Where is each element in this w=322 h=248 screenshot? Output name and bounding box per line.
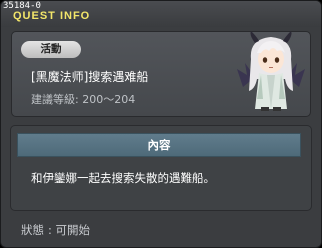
- window-title: QUEST INFO: [13, 10, 91, 22]
- quest-status: 狀態: 可開始: [21, 223, 91, 237]
- title-bar[interactable]: 35184-0 QUEST INFO: [1, 1, 321, 27]
- quest-description: 和伊鑾娜一起去搜索失散的遇難船。: [31, 171, 215, 185]
- quest-type-badge: 活動: [21, 41, 81, 58]
- recommended-level: 建議等級: 200～204: [31, 93, 136, 106]
- level-label: 建議等級: [31, 93, 75, 106]
- status-value: 可開始: [55, 223, 91, 237]
- level-range: 200～204: [82, 93, 136, 106]
- content-header: 內容: [17, 133, 301, 157]
- npc-portrait: [237, 31, 305, 111]
- quest-name: [黑魔法师]搜索遇难船: [31, 70, 149, 84]
- quest-info-window: 35184-0 QUEST INFO 活動 [黑魔法师]搜索遇难船 建議等級: …: [0, 0, 322, 248]
- status-label: 狀態: [21, 223, 44, 237]
